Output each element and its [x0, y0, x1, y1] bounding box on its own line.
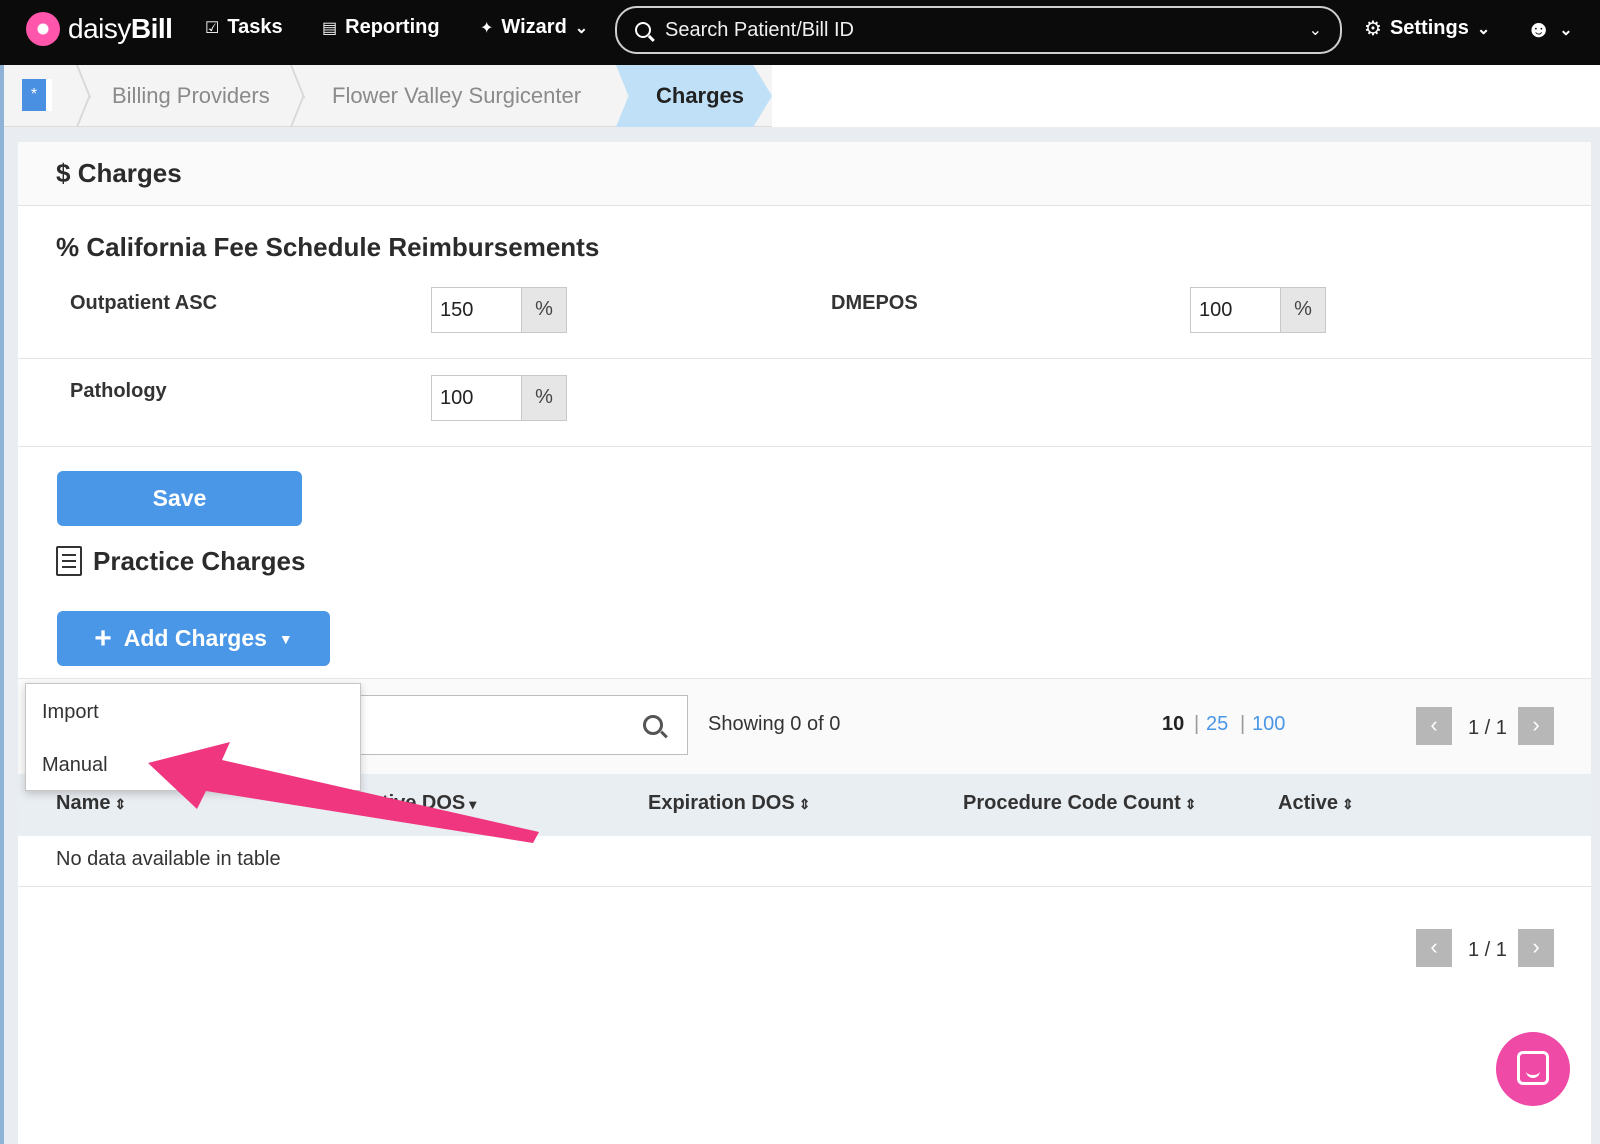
menu-item-manual[interactable]: Manual: [42, 754, 108, 777]
nav-settings[interactable]: ⚙ Settings ⌄: [1364, 16, 1490, 41]
page-size-separator: |: [1194, 713, 1200, 735]
dmepos-field: %: [1190, 287, 1326, 333]
user-menu[interactable]: ☻ ⌄: [1526, 16, 1573, 44]
divider: [18, 886, 1591, 887]
chat-launcher[interactable]: [1496, 1032, 1570, 1106]
next-page-button[interactable]: ›: [1518, 707, 1554, 745]
logo[interactable]: daisyBill: [26, 12, 173, 46]
page-indicator-bottom: 1 / 1: [1468, 939, 1507, 961]
outpatient-asc-label: Outpatient ASC: [70, 292, 218, 314]
top-nav: daisyBill ☑ Tasks ▤ Reporting ✦ Wizard ⌄…: [0, 0, 1600, 65]
nav-settings-label: Settings: [1389, 17, 1469, 39]
nav-wizard-label: Wizard: [501, 16, 567, 38]
card-header: $ Charges: [18, 142, 1591, 206]
sort-icon: ⇕: [1342, 796, 1354, 812]
pathology-label: Pathology: [70, 380, 167, 402]
sort-icon: ⇕: [114, 796, 127, 812]
nav-reporting[interactable]: ▤ Reporting: [322, 16, 440, 39]
breadcrumb-filler: [772, 65, 1600, 127]
breadcrumb: * Billing Providers Flower Valley Surgic…: [4, 65, 1600, 127]
column-effective-dos[interactable]: Effective DOS ▾: [333, 792, 476, 815]
table-search-input[interactable]: [318, 695, 688, 755]
page-size-10[interactable]: 10: [1162, 713, 1184, 736]
home-icon[interactable]: *: [22, 79, 52, 111]
nav-reporting-label: Reporting: [345, 16, 440, 38]
practice-charges-title: Practice Charges: [93, 546, 306, 576]
page-size-separator: |: [1240, 713, 1246, 735]
breadcrumb-billing-providers[interactable]: Billing Providers: [112, 65, 270, 127]
chevron-down-icon: ⌄: [1476, 20, 1491, 38]
chevron-down-icon[interactable]: ⌄: [1309, 20, 1322, 40]
search-icon: [643, 715, 663, 735]
chart-icon: ▤: [322, 19, 338, 37]
page-size-25[interactable]: 25: [1206, 713, 1228, 736]
window-edge: [0, 65, 4, 1144]
empty-table-message: No data available in table: [56, 848, 281, 870]
charges-card: $ Charges % California Fee Schedule Reim…: [18, 142, 1591, 1144]
save-button[interactable]: Save: [57, 471, 302, 526]
breadcrumb-flower-valley[interactable]: Flower Valley Surgicenter: [332, 65, 581, 127]
outpatient-asc-field: %: [431, 287, 567, 333]
dollar-icon: $: [56, 158, 78, 188]
add-charges-button[interactable]: + Add Charges ▼: [57, 611, 330, 666]
daisy-icon: [26, 12, 60, 46]
chevron-down-icon: ⌄: [1559, 22, 1573, 39]
page-title: $ Charges: [56, 158, 182, 188]
column-name[interactable]: Name ⇕: [56, 792, 126, 815]
add-charges-label: Add Charges: [123, 625, 267, 651]
plus-icon: +: [94, 621, 112, 655]
showing-count: Showing 0 of 0: [708, 713, 841, 735]
page-size-100[interactable]: 100: [1252, 713, 1285, 736]
prev-page-button[interactable]: ‹: [1416, 707, 1452, 745]
percent-addon: %: [521, 375, 567, 421]
fee-schedule-title: % California Fee Schedule Reimbursements: [56, 232, 600, 262]
divider: [18, 358, 1591, 359]
prev-page-button-bottom[interactable]: ‹: [1416, 929, 1452, 967]
page-indicator: 1 / 1: [1468, 717, 1507, 739]
global-search[interactable]: Search Patient/Bill ID ⌄: [615, 6, 1342, 54]
percent-icon: %: [56, 232, 87, 262]
sort-desc-icon: ▾: [469, 796, 477, 812]
global-search-input[interactable]: Search Patient/Bill ID: [665, 19, 1309, 42]
sort-icon: ⇕: [1184, 796, 1197, 812]
pathology-field: %: [431, 375, 567, 421]
nav-tasks-label: Tasks: [227, 16, 283, 38]
clipboard-icon: ☑: [205, 19, 220, 37]
magic-wand-icon: ✦: [480, 19, 494, 37]
dmepos-input[interactable]: [1190, 287, 1280, 333]
caret-down-icon: ▼: [278, 630, 293, 647]
divider: [18, 446, 1591, 447]
breadcrumb-separator: [290, 65, 308, 127]
breadcrumb-separator: [76, 65, 94, 127]
next-page-button-bottom[interactable]: ›: [1518, 929, 1554, 967]
outpatient-asc-input[interactable]: [431, 287, 521, 333]
percent-addon: %: [521, 287, 567, 333]
user-circle-icon: ☻: [1526, 16, 1552, 43]
gear-icon: ⚙: [1364, 18, 1382, 40]
add-charges-menu: Import Manual: [25, 683, 361, 791]
logo-text: daisyBill: [68, 13, 173, 44]
column-active[interactable]: Active ⇕: [1278, 792, 1354, 815]
nav-wizard[interactable]: ✦ Wizard ⌄: [480, 16, 588, 39]
search-icon: [635, 22, 651, 38]
column-procedure-code-count[interactable]: Procedure Code Count ⇕: [963, 792, 1197, 815]
sort-icon: ⇕: [798, 796, 811, 812]
breadcrumb-charges: Charges: [616, 65, 772, 127]
pathology-input[interactable]: [431, 375, 521, 421]
percent-addon: %: [1280, 287, 1326, 333]
chat-icon: [1517, 1051, 1549, 1085]
nav-tasks[interactable]: ☑ Tasks: [205, 16, 283, 39]
chevron-down-icon: ⌄: [574, 19, 589, 37]
column-expiration-dos[interactable]: Expiration DOS ⇕: [648, 792, 810, 815]
document-icon: [56, 546, 82, 576]
dmepos-label: DMEPOS: [831, 292, 918, 314]
menu-item-import[interactable]: Import: [42, 701, 99, 724]
